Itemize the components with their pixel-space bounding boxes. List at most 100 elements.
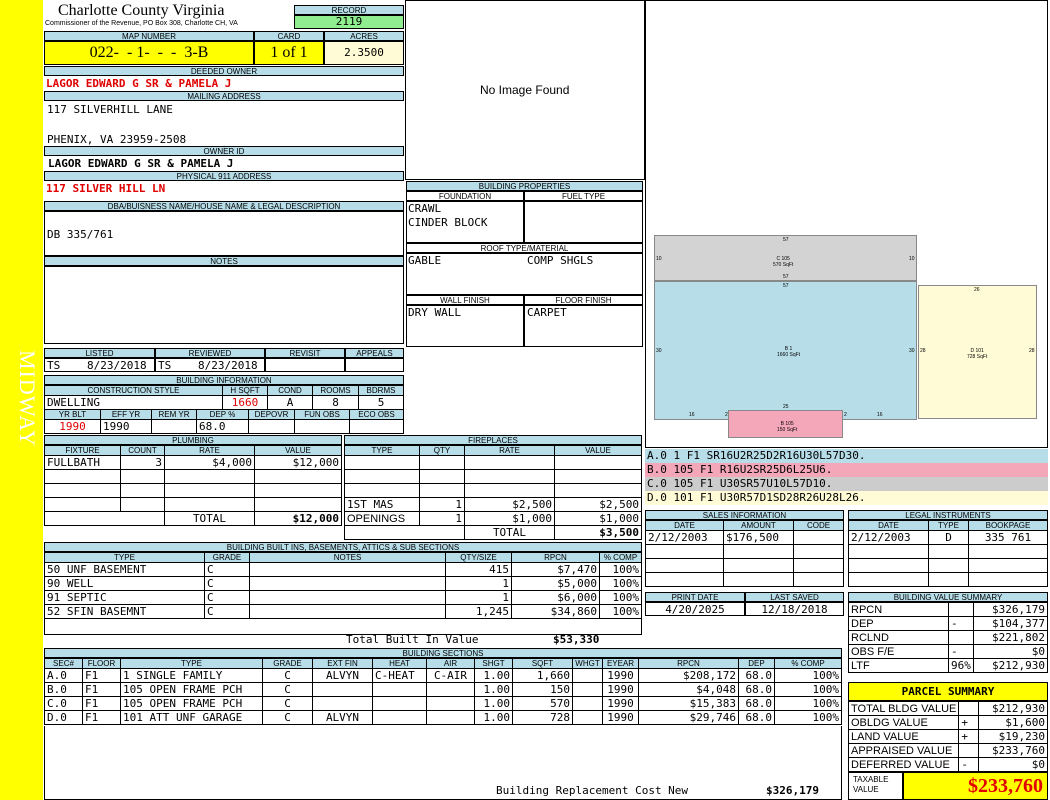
fireplace-total-label: TOTAL <box>464 525 555 540</box>
table-row <box>645 544 844 559</box>
cell <box>464 469 555 484</box>
dim-d-left: 28 <box>920 348 926 354</box>
sketch-label-c: C.0 105 F1 U30SR57U10L57D10. <box>645 477 1048 491</box>
dba-label: DBA/BUISNESS NAME/HOUSE NAME & LEGAL DES… <box>44 201 404 211</box>
area-c-label: C 105 570 SqFt <box>773 256 794 268</box>
cell: C <box>204 562 250 577</box>
cell <box>44 618 642 635</box>
cell: 101 ATT UNF GARAGE <box>120 710 263 725</box>
cell: LAND VALUE <box>847 729 960 744</box>
cell: - <box>958 757 980 772</box>
sec-h-extfin: EXT FIN <box>312 658 373 669</box>
effyr-label: EFF YR <box>100 409 152 420</box>
cell <box>312 682 373 697</box>
table-row: LAND VALUE + $19,230 <box>847 729 1048 744</box>
table-row <box>44 483 342 498</box>
table-row: APPRAISED VALUE $233,760 <box>847 743 1048 758</box>
roof-box <box>406 253 643 295</box>
table-row: RCLND $221,802 <box>848 630 1049 645</box>
table-row <box>848 544 1048 559</box>
cell <box>44 469 121 484</box>
style-value: DWELLING <box>44 395 223 410</box>
acres-value: 2.3500 <box>324 41 404 65</box>
plumb-h-count: COUNT <box>120 445 165 456</box>
cell: TOTAL BLDG VALUE <box>847 701 960 716</box>
card-label: CARD <box>254 31 324 41</box>
foundation-label: FOUNDATION <box>406 191 524 201</box>
county-title: Charlotte County Virginia <box>58 2 225 19</box>
cell: APPRAISED VALUE <box>847 743 960 758</box>
cell: OBLDG VALUE <box>847 715 960 730</box>
cell: 1990 <box>602 710 639 725</box>
sections-title: BUILDING SECTIONS <box>44 648 842 658</box>
print-date-label: PRINT DATE <box>645 592 745 602</box>
cell: 728 <box>512 710 573 725</box>
cell: 100% <box>774 682 842 697</box>
cell: $208,172 <box>638 668 739 683</box>
cell <box>419 525 465 540</box>
last-saved-label: LAST SAVED <box>745 592 844 602</box>
sec-h-shgt: SHGT <box>474 658 513 669</box>
cell <box>44 483 121 498</box>
sales-title: SALES INFORMATION <box>645 510 844 520</box>
table-row: 1ST MAS 1 $2,500 $2,500 <box>344 497 642 512</box>
fueltype-label: FUEL TYPE <box>524 191 643 201</box>
cell: C <box>204 590 250 605</box>
table-row: 90 WELL C 1 $5,000 100% <box>44 576 642 591</box>
dim-a-step-right: 2 <box>844 412 847 418</box>
legal-h-date: DATE <box>848 520 929 531</box>
notes-label: NOTES <box>44 256 404 266</box>
bi-h-grade: GRADE <box>204 552 250 563</box>
sec-h-eyear: EYEAR <box>602 658 639 669</box>
cell: 415 <box>445 562 512 577</box>
sales-h-code: CODE <box>793 520 844 531</box>
reviewed-cell: TS 8/23/2018 <box>155 358 265 372</box>
cell: 91 SEPTIC <box>44 590 205 605</box>
dim-a-top: 57 <box>783 283 789 289</box>
ecoobs-value <box>349 419 404 434</box>
table-row <box>44 497 342 512</box>
cell <box>426 710 475 725</box>
building-info-table: CONSTRUCTION STYLE H SQFT COND ROOMS BDRMS D… <box>44 385 404 410</box>
cell: 68.0 <box>738 710 775 725</box>
cell <box>572 696 603 711</box>
table-row: DEFERRED VALUE - $0 <box>847 757 1048 772</box>
remyr-value <box>151 419 197 434</box>
style-label: CONSTRUCTION STYLE <box>44 385 223 396</box>
plumbing-table: FIXTURE COUNT RATE VALUE FULLBATH 3 $4,000 $12… <box>44 445 342 526</box>
cell <box>554 455 642 470</box>
cell: C-AIR <box>426 668 475 683</box>
bi-h-comp: % COMP <box>599 552 642 563</box>
fire-h-value: VALUE <box>554 445 642 456</box>
physical-address-value: 117 SILVER HILL LN <box>46 182 166 195</box>
cell: C.0 <box>44 696 83 711</box>
table-row: OPENINGS 1 $1,000 $1,000 <box>344 511 642 526</box>
replacement-cost-label: Building Replacement Cost New <box>496 784 689 797</box>
sketch-label-d: D.0 101 F1 U30R57D1SD28R26U28L26. <box>645 491 1048 505</box>
area-b-label: B 105 150 SqFt <box>777 421 798 433</box>
cell: $212,930 <box>972 658 1049 673</box>
cell: 100% <box>774 696 842 711</box>
cell: $1,000 <box>464 511 555 526</box>
sketch-label-a: A.0 1 F1 SR16U2R25D2R16U30L57D30. <box>645 449 1048 463</box>
cell <box>968 558 1048 573</box>
sec-h-dep: DEP <box>738 658 775 669</box>
cell: DEP <box>848 616 949 631</box>
building-info-title: BUILDING INFORMATION <box>44 375 404 385</box>
parcel-summary-table: TOTAL BLDG VALUE $212,930 OBLDG VALUE + $1,… <box>847 701 1048 772</box>
table-row <box>344 483 642 498</box>
cell <box>928 558 969 573</box>
table-row: OBS F/E - $0 <box>848 644 1049 659</box>
cell: $6,000 <box>511 590 600 605</box>
cell: $34,860 <box>511 604 600 619</box>
cell <box>372 710 427 725</box>
cell: - <box>948 644 974 659</box>
cell: D <box>928 530 969 545</box>
table-row: OBLDG VALUE + $1,600 <box>847 715 1048 730</box>
cell <box>793 558 844 573</box>
cell <box>312 696 373 711</box>
cell <box>254 497 342 512</box>
table-row <box>344 455 642 470</box>
dim-d-top: 26 <box>974 287 980 293</box>
sec-h-grade: GRADE <box>262 658 313 669</box>
